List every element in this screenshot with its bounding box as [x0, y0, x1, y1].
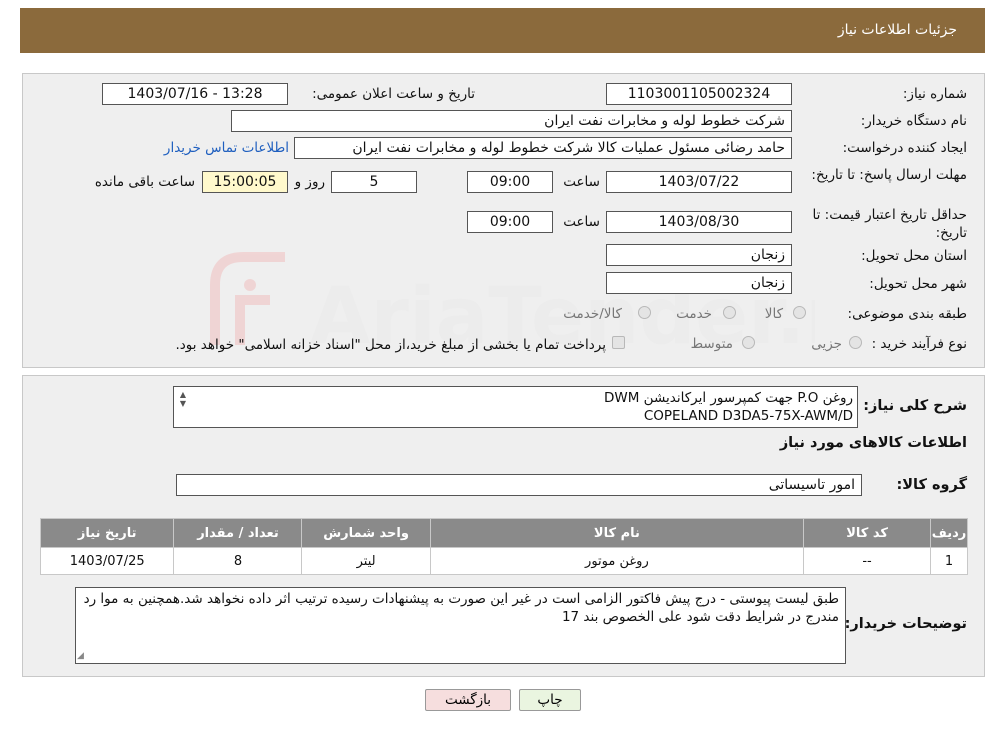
response-deadline-time: 09:00 — [467, 171, 553, 193]
category-label: طبقه بندی موضوعی: — [847, 306, 967, 322]
price-validity-time-label: ساعت — [563, 214, 600, 230]
remaining-time-field: 15:00:05 — [202, 171, 288, 193]
category-option-goods-service: کالا/خدمت — [563, 306, 622, 322]
treasury-note: پرداخت تمام یا بخشی از مبلغ خرید،از محل … — [175, 337, 606, 353]
need-number-label: شماره نیاز: — [902, 86, 967, 102]
buyer-org-field: شرکت خطوط لوله و مخابرات نفت ایران — [231, 110, 792, 132]
cell-row: 1 — [930, 547, 968, 575]
delivery-city-field: زنجان — [606, 272, 792, 294]
purchase-radio-medium[interactable] — [742, 336, 755, 349]
col-qty: تعداد / مقدار — [173, 518, 303, 548]
remaining-days-label: روز و — [294, 174, 325, 190]
col-row: ردیف — [930, 518, 968, 548]
remaining-time-label: ساعت باقی مانده — [94, 174, 195, 190]
items-table: ردیف کد کالا نام کالا واحد شمارش تعداد /… — [39, 518, 968, 575]
purchase-option-medium: متوسط — [690, 336, 733, 352]
treasury-checkbox[interactable] — [612, 336, 625, 349]
buyer-org-label: نام دستگاه خریدار: — [860, 113, 967, 129]
cell-unit: لیتر — [301, 547, 431, 575]
purchase-radio-minor[interactable] — [849, 336, 862, 349]
goods-group-label: گروه کالا: — [896, 477, 967, 493]
description-line-2: COPELAND D3DA5-75X-AWM/D — [643, 408, 853, 424]
print-button[interactable]: چاپ — [519, 689, 581, 711]
delivery-province-field: زنجان — [606, 244, 792, 266]
items-table-header: ردیف کد کالا نام کالا واحد شمارش تعداد /… — [39, 518, 968, 548]
description-line-1: روغن P.O جهت کمپرسور ایرکاندیشن DWM — [603, 390, 853, 406]
page-header: جزئیات اطلاعات نیاز — [20, 8, 985, 53]
buyer-contact-link[interactable]: اطلاعات تماس خریدار — [164, 140, 289, 156]
requester-label: ایجاد کننده درخواست: — [842, 140, 967, 156]
table-row: 1 -- روغن موتور لیتر 8 1403/07/25 — [39, 547, 968, 575]
response-deadline-time-label: ساعت — [563, 174, 600, 190]
price-validity-time: 09:00 — [467, 211, 553, 233]
page-title: جزئیات اطلاعات نیاز — [837, 22, 957, 38]
announce-datetime-field: 1403/07/16 - 13:28 — [102, 83, 288, 105]
response-deadline-label: مهلت ارسال پاسخ: تا تاریخ: — [811, 167, 967, 183]
cell-qty: 8 — [173, 547, 303, 575]
items-section-title: اطلاعات کالاهای مورد نیاز — [779, 435, 967, 451]
description-textarea[interactable]: روغن P.O جهت کمپرسور ایرکاندیشن DWM COPE… — [173, 386, 858, 428]
description-label: شرح کلی نیاز: — [863, 398, 967, 414]
delivery-city-label: شهر محل تحویل: — [869, 276, 967, 292]
buyer-notes-textarea[interactable]: طبق لیست پیوستی - درج پیش فاکتور الزامی … — [75, 587, 846, 664]
remaining-days-field: 5 — [331, 171, 417, 193]
buyer-notes-label: توضیحات خریدار: — [844, 616, 967, 632]
category-option-service: خدمت — [676, 306, 712, 322]
need-number-field: 1103001105002324 — [606, 83, 792, 105]
cell-code: -- — [803, 547, 932, 575]
announce-datetime-label: تاریخ و ساعت اعلان عمومی: — [312, 86, 475, 102]
delivery-province-label: استان محل تحویل: — [861, 248, 967, 264]
requester-field: حامد رضائی مسئول عملیات کالا شرکت خطوط ل… — [294, 137, 792, 159]
col-code: کد کالا — [803, 518, 932, 548]
purchase-option-minor: جزیی — [811, 336, 842, 352]
price-validity-date: 1403/08/30 — [606, 211, 792, 233]
price-validity-label: حداقل تاریخ اعتبار قیمت: تا تاریخ: — [812, 207, 967, 241]
response-deadline-date: 1403/07/22 — [606, 171, 792, 193]
goods-group-field: امور تاسیساتی — [176, 474, 862, 496]
category-radio-goods[interactable] — [793, 306, 806, 319]
purchase-process-label: نوع فرآیند خرید : — [871, 336, 967, 352]
col-unit: واحد شمارش — [301, 518, 431, 548]
back-button[interactable]: بازگشت — [425, 689, 511, 711]
category-radio-goods-service[interactable] — [638, 306, 651, 319]
col-date: تاریخ نیاز — [39, 518, 175, 548]
description-scroll-arrows[interactable]: ▲ ▼ — [176, 390, 190, 408]
category-option-goods: کالا — [764, 306, 783, 322]
cell-name: روغن موتور — [429, 547, 805, 575]
category-radio-service[interactable] — [723, 306, 736, 319]
cell-date: 1403/07/25 — [39, 547, 175, 575]
col-name: نام کالا — [429, 518, 805, 548]
resize-grip-icon[interactable]: ◢ — [77, 651, 87, 661]
